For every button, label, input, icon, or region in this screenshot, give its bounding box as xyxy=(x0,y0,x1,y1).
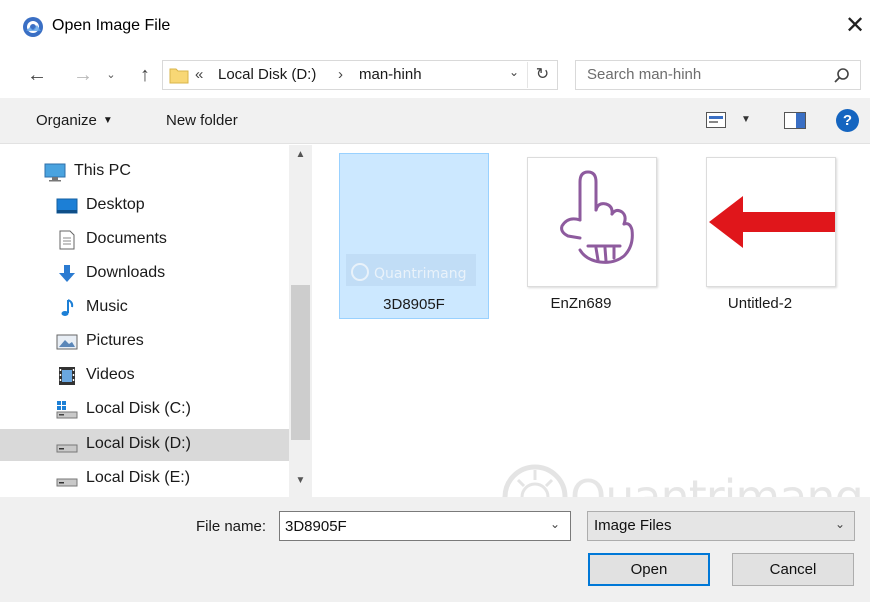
music-icon xyxy=(61,299,74,316)
preview-pane-icon[interactable] xyxy=(784,112,806,129)
sidebar-item-desktop[interactable]: Desktop xyxy=(0,190,289,222)
chevron-down-icon[interactable]: ⌄ xyxy=(550,517,560,531)
file-name-label: EnZn689 xyxy=(550,295,612,312)
breadcrumb-man-hinh[interactable]: man-hinh xyxy=(359,66,422,83)
sidebar-item-label: Local Disk (E:) xyxy=(86,469,191,486)
new-folder-button[interactable]: New folder xyxy=(166,112,238,129)
sidebar-item-local-disk-e[interactable]: Local Disk (E:) xyxy=(0,463,289,495)
forward-button[interactable]: → xyxy=(70,62,96,88)
sidebar-item-label: Local Disk (D:) xyxy=(86,435,191,452)
file-list: Quantrimang 3D8905F EnZn689 Untitled-2 xyxy=(316,145,870,497)
window-title: Open Image File xyxy=(52,17,171,34)
file-type-value: Image Files xyxy=(594,517,672,534)
refresh-icon: ↻ xyxy=(535,66,550,83)
breadcrumb-local-disk-d[interactable]: Local Disk (D:) xyxy=(218,66,316,83)
search-input[interactable]: Search man-hinh xyxy=(587,66,701,83)
command-bar: Organize ▼ New folder ▼ ? xyxy=(0,98,870,144)
cancel-button[interactable]: Cancel xyxy=(732,553,854,586)
app-icon xyxy=(23,17,43,37)
thumbnail xyxy=(706,157,836,287)
downloads-icon xyxy=(59,265,75,282)
thumbnail-text: Quantrimang xyxy=(374,266,466,282)
search-icon[interactable] xyxy=(832,66,852,86)
navigation-scrollbar[interactable]: ▲ ▼ xyxy=(289,145,312,497)
caret-down-icon: ▼ xyxy=(102,115,113,126)
overflow-icon[interactable]: « xyxy=(195,66,203,83)
close-button[interactable]: ✕ xyxy=(840,10,870,42)
videos-icon xyxy=(59,367,75,385)
breadcrumb-separator-icon[interactable]: › xyxy=(338,66,343,83)
sidebar-item-local-disk-d[interactable]: Local Disk (D:) xyxy=(0,429,289,461)
file-item-enzn689[interactable]: EnZn689 xyxy=(506,153,657,319)
sidebar-item-label: Downloads xyxy=(86,264,166,281)
chevron-down-icon: ⌄ xyxy=(835,517,846,531)
pointing-hand-icon xyxy=(560,170,634,264)
change-view-icon[interactable] xyxy=(706,112,726,128)
arrow-right-icon: → xyxy=(73,64,93,86)
sidebar-item-music[interactable]: Music xyxy=(0,292,289,324)
up-button[interactable]: ↑ xyxy=(132,62,158,88)
recent-locations-button[interactable]: ⌄ xyxy=(101,62,121,88)
sidebar-item-label: Local Disk (C:) xyxy=(86,400,191,417)
scrollbar-thumb[interactable] xyxy=(291,285,310,440)
file-item-3d8905f[interactable]: Quantrimang 3D8905F xyxy=(339,153,489,319)
back-button[interactable]: ← xyxy=(24,62,50,88)
desktop-icon xyxy=(56,198,78,214)
file-type-select[interactable]: Image Files ⌄ xyxy=(587,511,855,541)
drive-icon xyxy=(56,444,78,453)
arrow-up-icon: ↑ xyxy=(140,64,150,86)
navigation-bar: ← → ⌄ ↑ « Local Disk (D:) › man-hinh ⌄ ↻… xyxy=(0,52,870,98)
pictures-icon xyxy=(56,334,78,350)
sidebar-item-local-disk-c[interactable]: Local Disk (C:) xyxy=(0,394,289,426)
file-name-label: Untitled-2 xyxy=(727,295,793,312)
dialog-footer: File name: ⌄ Image Files ⌄ Open Cancel xyxy=(0,497,870,602)
sidebar-item-pictures[interactable]: Pictures xyxy=(0,326,289,358)
navigation-pane: This PC Desktop Documents Downloads Musi… xyxy=(0,145,312,497)
scroll-up-icon[interactable]: ▲ xyxy=(289,149,312,167)
close-icon: ✕ xyxy=(844,12,866,39)
folder-icon xyxy=(169,68,189,84)
pc-icon xyxy=(44,163,66,182)
quantrimang-logo-thumbnail: Quantrimang xyxy=(346,254,476,286)
open-button[interactable]: Open xyxy=(588,553,710,586)
file-name-input[interactable] xyxy=(285,516,535,536)
sidebar-item-label: Videos xyxy=(86,366,135,383)
view-options-caret-icon[interactable]: ▼ xyxy=(741,114,751,125)
sidebar-item-label: Documents xyxy=(86,230,167,247)
sidebar-item-downloads[interactable]: Downloads xyxy=(0,258,289,290)
file-name-label: 3D8905F xyxy=(383,296,445,313)
sidebar-item-label: This PC xyxy=(74,162,131,179)
scroll-down-icon[interactable]: ▼ xyxy=(289,475,312,493)
sidebar-item-this-pc[interactable]: This PC xyxy=(0,156,289,188)
thumbnail: Quantrimang xyxy=(340,154,488,288)
sidebar-item-label: Desktop xyxy=(86,196,145,213)
sidebar-item-documents[interactable]: Documents xyxy=(0,224,289,256)
arrow-left-icon: ← xyxy=(27,64,47,86)
address-dropdown-icon[interactable]: ⌄ xyxy=(505,65,523,79)
file-item-untitled-2[interactable]: Untitled-2 xyxy=(685,153,836,319)
organize-button[interactable]: Organize ▼ xyxy=(36,112,113,129)
search-box[interactable]: Search man-hinh xyxy=(575,60,861,90)
drive-c-icon xyxy=(56,401,78,419)
address-bar[interactable]: « Local Disk (D:) › man-hinh ⌄ ↻ xyxy=(162,60,558,90)
refresh-button[interactable]: ↻ xyxy=(527,62,557,88)
red-arrow-left-icon xyxy=(709,196,835,248)
sidebar-item-videos[interactable]: Videos xyxy=(0,360,289,392)
file-name-label: File name: xyxy=(196,518,267,535)
sidebar-item-label: Pictures xyxy=(86,332,144,349)
title-bar: Open Image File ✕ xyxy=(0,0,870,52)
help-button[interactable]: ? xyxy=(836,109,859,132)
file-name-combobox[interactable]: ⌄ xyxy=(279,511,571,541)
sidebar-item-label: Music xyxy=(86,298,128,315)
organize-label: Organize xyxy=(36,112,97,129)
documents-icon xyxy=(59,230,75,250)
drive-icon xyxy=(56,478,78,487)
chevron-down-icon: ⌄ xyxy=(106,69,116,81)
thumbnail xyxy=(527,157,657,287)
